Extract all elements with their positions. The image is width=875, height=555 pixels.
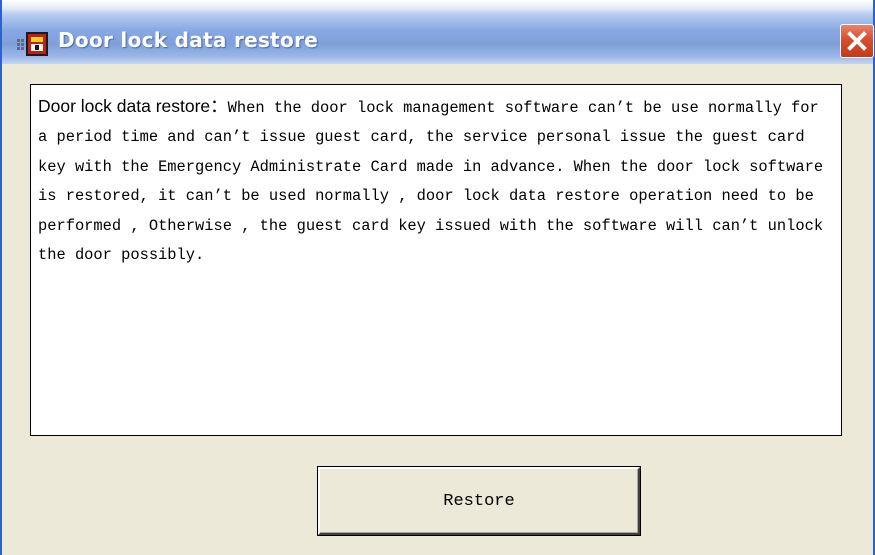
description-heading: Door lock data restore： — [38, 96, 228, 116]
description-text: Door lock data restore：When the door loc… — [38, 92, 833, 270]
close-button[interactable] — [840, 24, 874, 58]
description-box: Door lock data restore：When the door loc… — [30, 84, 842, 436]
restore-button[interactable]: Restore — [318, 467, 640, 535]
door-lock-app-icon — [16, 29, 52, 57]
title-bar[interactable]: Door lock data restore — [2, 0, 874, 64]
window-title: Door lock data restore — [58, 28, 319, 52]
dialog-window: Door lock data restore Door lock data re… — [0, 0, 875, 555]
description-body: When the door lock management software c… — [38, 99, 824, 265]
close-icon — [847, 31, 867, 51]
